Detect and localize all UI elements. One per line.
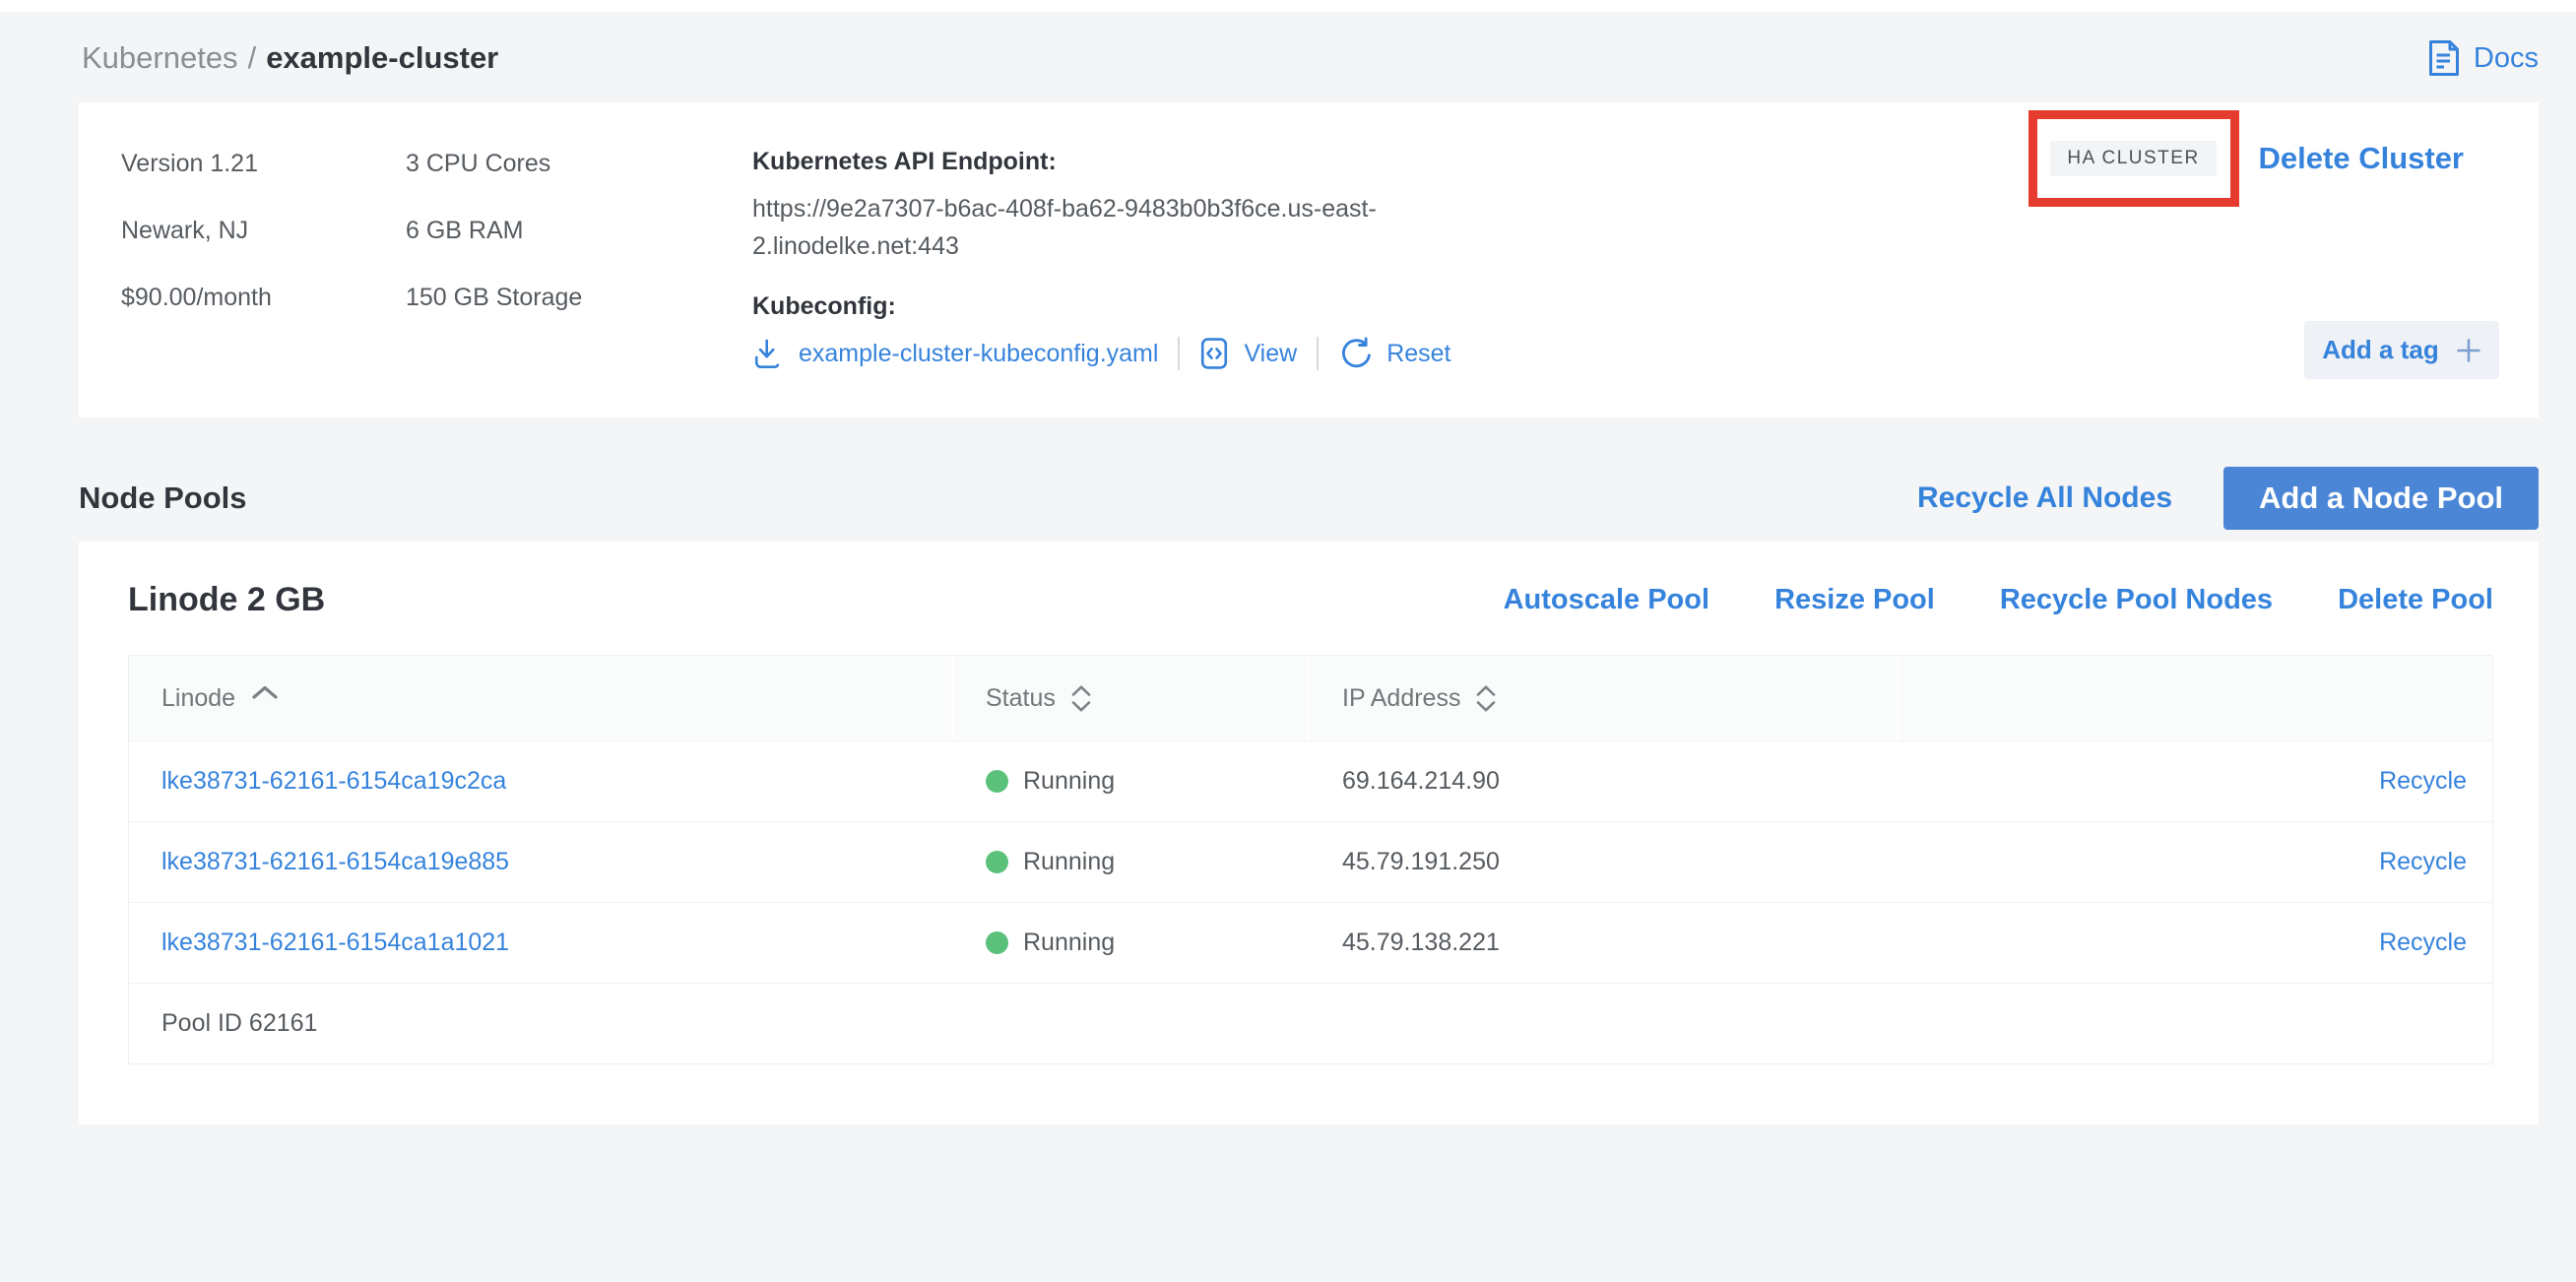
add-tag-button[interactable]: Add a tag [2304, 321, 2499, 379]
reset-label: Reset [1386, 340, 1450, 368]
cluster-specs-column-2: 3 CPU Cores 6 GB RAM 150 GB Storage [406, 148, 752, 417]
column-label-status: Status [986, 684, 1056, 713]
code-file-icon [1199, 337, 1229, 370]
column-header-actions [1899, 656, 2492, 740]
delete-cluster-button[interactable]: Delete Cluster [2259, 141, 2464, 176]
cluster-summary-card: Version 1.21 Newark, NJ $90.00/month 3 C… [79, 102, 2539, 417]
breadcrumb-current: example-cluster [266, 40, 498, 75]
pool-head-row: Linode 2 GB Autoscale Pool Resize Pool R… [128, 581, 2493, 619]
column-label-linode: Linode [161, 684, 235, 713]
node-table-header: Linode Status IP Address [129, 656, 2492, 740]
status-cell: Running [953, 767, 1310, 796]
column-label-ip-address: IP Address [1342, 684, 1460, 713]
recycle-node-button[interactable]: Recycle [2379, 929, 2467, 957]
node-pools-header-actions: Recycle All Nodes Add a Node Pool [1917, 467, 2539, 530]
divider [1317, 337, 1319, 370]
kubeconfig-download-link[interactable]: example-cluster-kubeconfig.yaml [752, 337, 1158, 370]
status-text: Running [1023, 767, 1115, 796]
ip-address: 45.79.191.250 [1310, 848, 1899, 876]
status-dot [986, 931, 1008, 954]
status-dot [986, 851, 1008, 873]
recycle-all-nodes-button[interactable]: Recycle All Nodes [1917, 481, 2172, 515]
view-kubeconfig-button[interactable]: View [1199, 337, 1297, 370]
reset-icon [1338, 337, 1372, 370]
plus-icon [2456, 338, 2481, 363]
docs-label: Docs [2474, 42, 2539, 75]
recycle-node-button[interactable]: Recycle [2379, 848, 2467, 876]
breadcrumb: Kubernetes / example-cluster [82, 40, 498, 76]
status-dot [986, 770, 1008, 793]
sort-ascending-icon [251, 685, 279, 699]
cluster-version: Version 1.21 [121, 148, 406, 179]
breadcrumb-section-link[interactable]: Kubernetes [82, 40, 238, 75]
ip-address: 69.164.214.90 [1310, 767, 1899, 796]
column-header-ip-address[interactable]: IP Address [1310, 656, 1899, 740]
pool-name: Linode 2 GB [128, 581, 325, 619]
ip-address: 45.79.138.221 [1310, 929, 1899, 957]
status-text: Running [1023, 929, 1115, 957]
top-strip [0, 0, 2576, 12]
api-endpoint-section: Kubernetes API Endpoint: https://9e2a730… [752, 148, 1501, 417]
docs-icon [2426, 38, 2462, 78]
table-row: lke38731-62161-6154ca19e885 Running 45.7… [129, 821, 2492, 902]
node-table: Linode Status IP Address [128, 655, 2493, 1064]
kubeconfig-filename: example-cluster-kubeconfig.yaml [799, 340, 1158, 368]
sort-icon [1071, 685, 1091, 712]
node-link[interactable]: lke38731-62161-6154ca19e885 [161, 848, 509, 875]
node-link[interactable]: lke38731-62161-6154ca19c2ca [161, 767, 506, 795]
recycle-node-button[interactable]: Recycle [2379, 767, 2467, 796]
column-header-linode[interactable]: Linode [129, 656, 953, 740]
pool-id-label: Pool ID 62161 [129, 983, 2492, 1063]
add-tag-label: Add a tag [2322, 335, 2438, 365]
add-node-pool-button[interactable]: Add a Node Pool [2223, 467, 2539, 530]
view-label: View [1244, 340, 1297, 368]
node-pools-header-row: Node Pools Recycle All Nodes Add a Node … [79, 467, 2539, 530]
node-link[interactable]: lke38731-62161-6154ca1a1021 [161, 929, 509, 956]
cluster-cpu: 3 CPU Cores [406, 148, 752, 179]
node-pool-card: Linode 2 GB Autoscale Pool Resize Pool R… [79, 542, 2539, 1124]
column-header-status[interactable]: Status [953, 656, 1310, 740]
cluster-ram: 6 GB RAM [406, 215, 752, 246]
docs-link[interactable]: Docs [2426, 38, 2539, 78]
resize-pool-button[interactable]: Resize Pool [1774, 584, 1935, 616]
table-row: lke38731-62161-6154ca1a1021 Running 45.7… [129, 902, 2492, 983]
autoscale-pool-button[interactable]: Autoscale Pool [1504, 584, 1710, 616]
breadcrumb-separator: / [248, 40, 257, 75]
cluster-region: Newark, NJ [121, 215, 406, 246]
sort-icon [1476, 685, 1496, 712]
kubernetes-cluster-page: Kubernetes / example-cluster Docs Version … [0, 35, 2576, 1124]
annotation-highlight-box: HA CLUSTER [2029, 110, 2239, 207]
recycle-pool-nodes-button[interactable]: Recycle Pool Nodes [2000, 584, 2273, 616]
kubeconfig-label: Kubeconfig: [752, 292, 1501, 321]
reset-kubeconfig-button[interactable]: Reset [1338, 337, 1450, 370]
api-endpoint-label: Kubernetes API Endpoint: [752, 148, 1501, 176]
status-cell: Running [953, 848, 1310, 876]
ha-cluster-badge: HA CLUSTER [2050, 141, 2216, 176]
cluster-specs-column-1: Version 1.21 Newark, NJ $90.00/month [121, 148, 406, 417]
pool-actions: Autoscale Pool Resize Pool Recycle Pool … [1504, 584, 2493, 616]
cluster-price: $90.00/month [121, 282, 406, 313]
status-text: Running [1023, 848, 1115, 876]
cluster-storage: 150 GB Storage [406, 282, 752, 313]
divider [1178, 337, 1180, 370]
delete-pool-button[interactable]: Delete Pool [2338, 584, 2493, 616]
status-cell: Running [953, 929, 1310, 957]
kubeconfig-actions-row: example-cluster-kubeconfig.yaml View [752, 337, 1501, 370]
page-header-row: Kubernetes / example-cluster Docs [79, 35, 2539, 81]
api-endpoint-url: https://9e2a7307-b6ac-408f-ba62-9483b0b3… [752, 190, 1493, 265]
cluster-top-actions: HA CLUSTER Delete Cluster [2029, 110, 2464, 207]
download-icon [752, 337, 784, 370]
table-row: lke38731-62161-6154ca19c2ca Running 69.1… [129, 740, 2492, 821]
node-pools-heading: Node Pools [79, 481, 247, 516]
